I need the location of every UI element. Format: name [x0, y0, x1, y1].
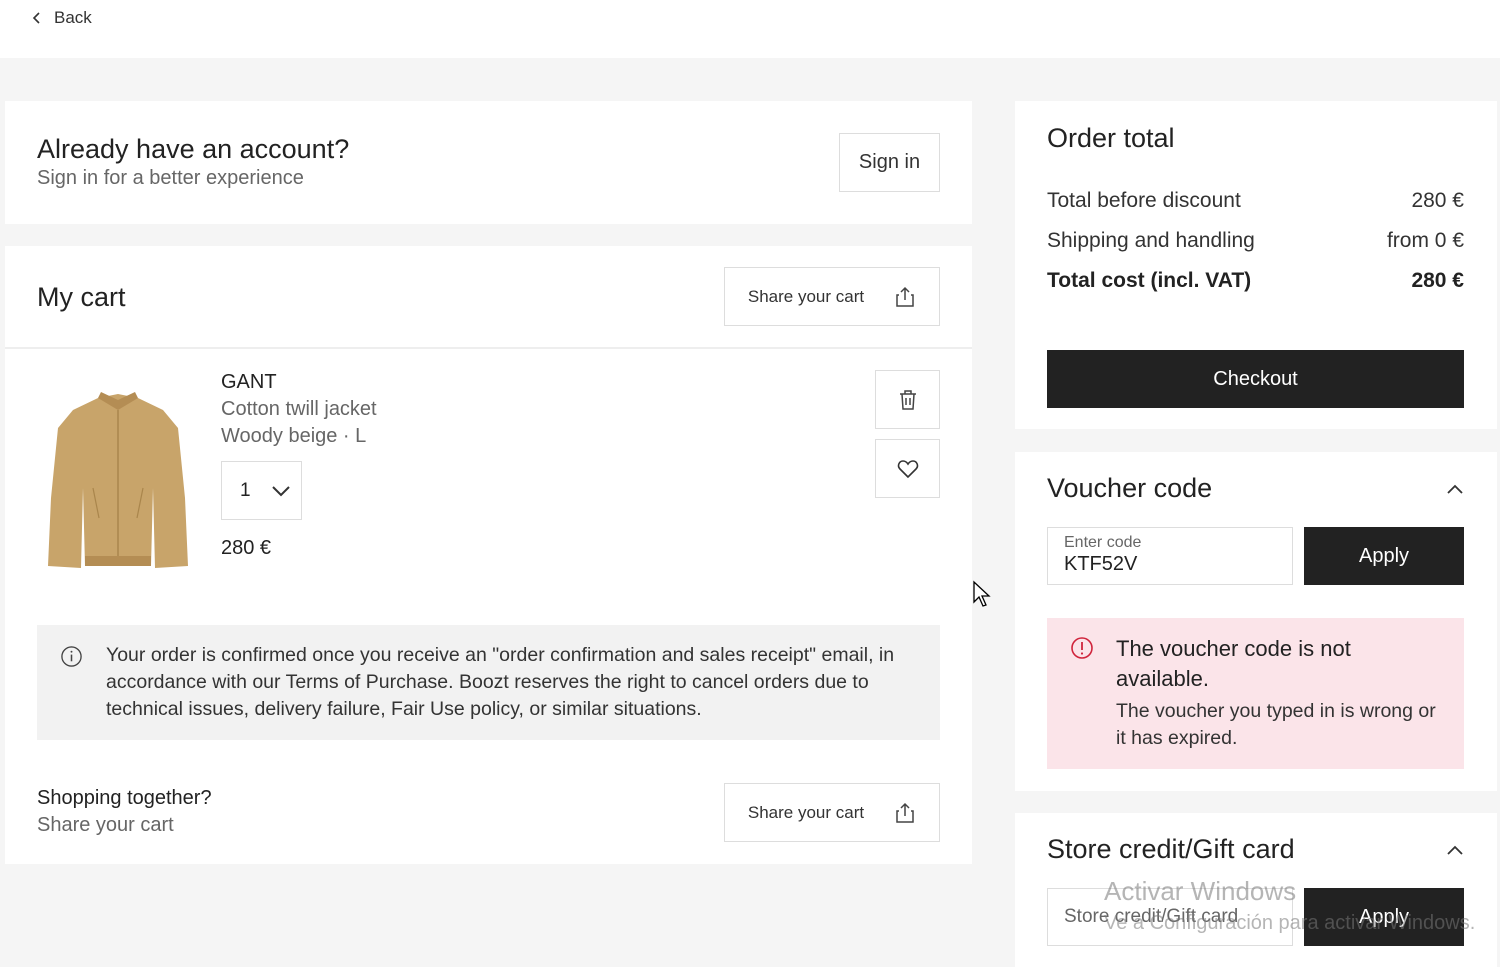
chevron-left-icon	[32, 12, 40, 24]
product-price: 280 €	[221, 537, 272, 559]
share-cart-button[interactable]: Share your cart	[724, 267, 940, 326]
trash-icon	[899, 389, 916, 410]
account-subtitle: Sign in for a better experience	[37, 167, 304, 189]
row-label: Total cost (incl. VAT)	[1047, 269, 1252, 292]
product-image[interactable]	[43, 388, 193, 576]
top-bar: Back	[0, 0, 1500, 58]
notice-text: Your order is confirmed once you receive…	[106, 644, 895, 720]
account-title: Already have an account?	[37, 134, 350, 164]
error-icon	[1071, 637, 1093, 659]
checkout-button[interactable]: Checkout	[1047, 350, 1464, 408]
quantity-value: 1	[240, 479, 251, 501]
chevron-down-icon	[271, 485, 290, 496]
share-cart-label: Share your cart	[747, 286, 865, 306]
product-variant: Woody beige · L	[221, 425, 367, 447]
voucher-error-box: The voucher code is not available. The v…	[1047, 618, 1464, 769]
gift-card-input[interactable]: Store credit/Gift card	[1047, 888, 1293, 946]
voucher-card: Voucher code Enter code KTF52V Apply The…	[1015, 452, 1497, 791]
shipping-row: Shipping and handling from 0 €	[1047, 229, 1464, 253]
cart-title: My cart	[37, 282, 126, 312]
row-value: 280 €	[1411, 269, 1464, 292]
product-brand[interactable]: GANT	[221, 371, 277, 394]
gift-card-section: Store credit/Gift card Store credit/Gift…	[1015, 813, 1497, 967]
wishlist-button[interactable]	[875, 439, 940, 498]
share-cart-bottom-button[interactable]: Share your cart	[724, 783, 940, 842]
voucher-error-detail: The voucher you typed in is wrong or it …	[1116, 700, 1436, 749]
gift-card-title: Store credit/Gift card	[1047, 834, 1295, 864]
cart-divider	[5, 347, 972, 349]
total-cost-row: Total cost (incl. VAT) 280 €	[1047, 269, 1464, 293]
share-icon	[896, 286, 914, 307]
voucher-title: Voucher code	[1047, 473, 1213, 503]
total-before-discount-row: Total before discount 280 €	[1047, 189, 1464, 213]
heart-icon	[897, 459, 918, 478]
shopping-together-subtitle: Share your cart	[37, 814, 174, 836]
order-notice: Your order is confirmed once you receive…	[37, 625, 940, 740]
chevron-up-icon[interactable]	[1446, 483, 1464, 495]
back-link[interactable]: Back	[30, 8, 92, 28]
account-card: Already have an account? Sign in for a b…	[5, 101, 972, 224]
product-name[interactable]: Cotton twill jacket	[221, 398, 377, 421]
row-value: from 0 €	[1386, 229, 1464, 252]
order-total-card: Order total Total before discount 280 € …	[1015, 101, 1497, 429]
quantity-select[interactable]: 1	[221, 461, 302, 520]
order-total-title: Order total	[1047, 123, 1175, 153]
shopping-together-title: Shopping together?	[37, 787, 212, 809]
row-label: Total before discount	[1047, 189, 1241, 212]
row-value: 280 €	[1411, 189, 1464, 212]
info-icon	[61, 646, 82, 667]
mouse-cursor-icon	[973, 580, 991, 607]
delete-item-button[interactable]	[875, 370, 940, 429]
share-cart-bottom-label: Share your cart	[747, 802, 865, 822]
apply-gift-card-button[interactable]: Apply	[1304, 888, 1464, 946]
back-label: Back	[54, 8, 92, 27]
sign-in-button[interactable]: Sign in	[839, 133, 940, 192]
voucher-field-value: KTF52V	[1064, 553, 1138, 575]
apply-voucher-button[interactable]: Apply	[1304, 527, 1464, 585]
share-icon	[896, 802, 914, 823]
cart-card: My cart Share your cart GANT Cotton twil…	[5, 246, 972, 864]
voucher-error-title: The voucher code is not available.	[1116, 636, 1351, 691]
row-label: Shipping and handling	[1047, 229, 1255, 252]
voucher-code-input[interactable]: Enter code KTF52V	[1047, 527, 1293, 585]
voucher-field-label: Enter code	[1064, 534, 1142, 551]
chevron-up-icon[interactable]	[1446, 844, 1464, 856]
